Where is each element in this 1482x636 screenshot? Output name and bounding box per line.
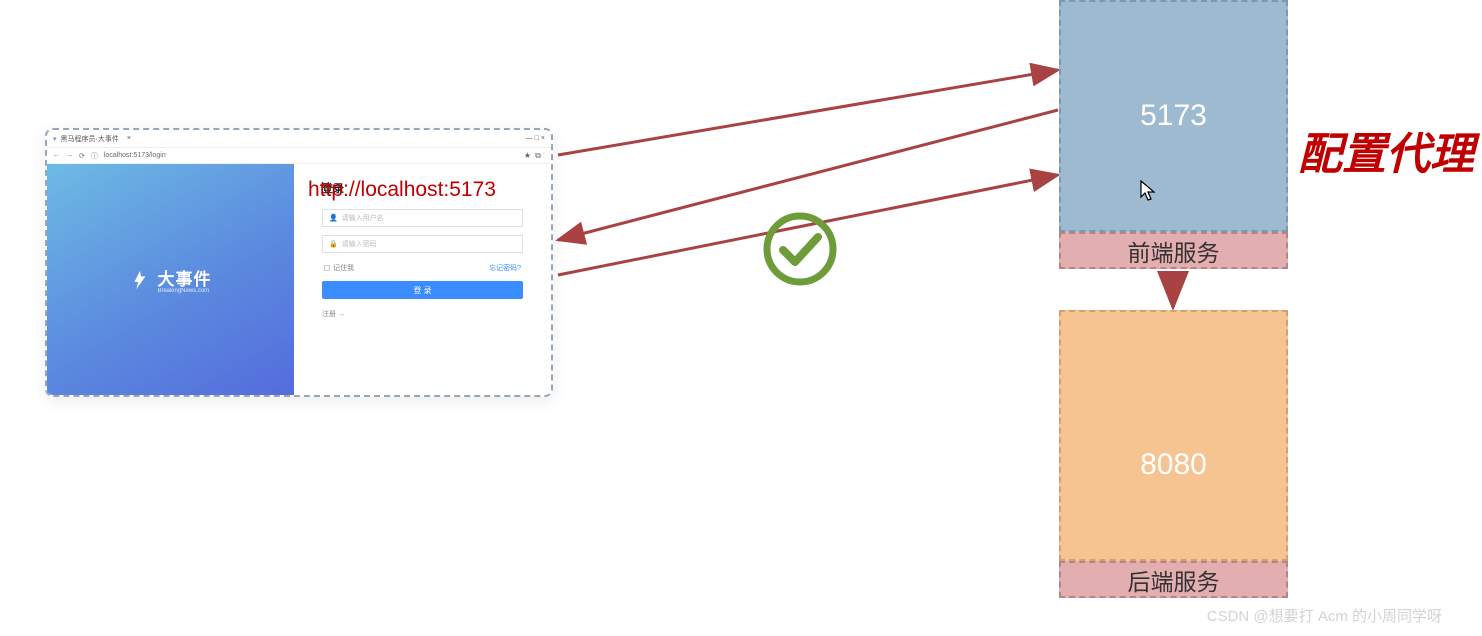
browser-tab-bar: ▾ 黑马程序员·大事件 × — □ × (47, 130, 551, 148)
brand-logo-icon (129, 269, 151, 291)
watermark: CSDN @想要打 Acm 的小周同学呀 (1207, 605, 1442, 626)
star-icon[interactable]: ★ (524, 151, 531, 161)
lock-icon: 🔒 (329, 240, 338, 248)
brand-sub: BreakingNews.com (157, 288, 211, 294)
backend-port: 8080 (1140, 448, 1207, 482)
brand-name: 大事件 (157, 270, 211, 289)
address-url[interactable]: localhost:5173/login (104, 152, 518, 159)
tab-close-icon[interactable]: × (127, 135, 131, 142)
nav-forward-icon[interactable]: → (66, 152, 73, 159)
nav-back-icon[interactable]: ← (53, 152, 60, 159)
login-button[interactable]: 登 录 (322, 281, 523, 299)
username-field[interactable]: 👤 请输入用户名 (322, 209, 523, 227)
password-field[interactable]: 🔒 请输入密码 (322, 235, 523, 253)
password-placeholder: 请输入密码 (342, 239, 377, 249)
remember-checkbox[interactable]: 记住我 (324, 263, 354, 273)
vite-icon: ▾ (53, 135, 57, 143)
forgot-password-link[interactable]: 忘记密码? (489, 263, 521, 273)
backend-server-box: 8080 (1059, 310, 1288, 561)
window-controls[interactable]: — □ × (526, 135, 545, 142)
frontend-server-label: 前端服务 (1059, 232, 1288, 269)
frontend-port: 5173 (1140, 99, 1207, 133)
register-link[interactable]: 注册 → (322, 309, 523, 319)
user-icon: 👤 (329, 214, 338, 222)
proxy-annotation: 配置代理 (1298, 118, 1474, 182)
app-hero-panel: 大事件 BreakingNews.com (47, 164, 294, 395)
info-icon: ⓘ (91, 151, 98, 161)
url-annotation: http://localhost:5173 (308, 178, 496, 202)
username-placeholder: 请输入用户名 (342, 213, 384, 223)
browser-address-bar[interactable]: ← → ⟳ ⓘ localhost:5173/login ★ ⧉ ⋮ (47, 148, 551, 164)
extension-icons[interactable]: ⧉ ⋮ (535, 151, 545, 161)
nav-reload-icon[interactable]: ⟳ (79, 152, 85, 160)
checkmark-icon (761, 210, 839, 288)
brand: 大事件 BreakingNews.com (129, 265, 211, 294)
browser-tab-title: 黑马程序员·大事件 (61, 134, 119, 144)
cursor-icon (1140, 180, 1158, 208)
browser-window: ▾ 黑马程序员·大事件 × — □ × ← → ⟳ ⓘ localhost:51… (45, 128, 553, 397)
frontend-server-box: 5173 (1059, 0, 1288, 232)
backend-server-label: 后端服务 (1059, 561, 1288, 598)
